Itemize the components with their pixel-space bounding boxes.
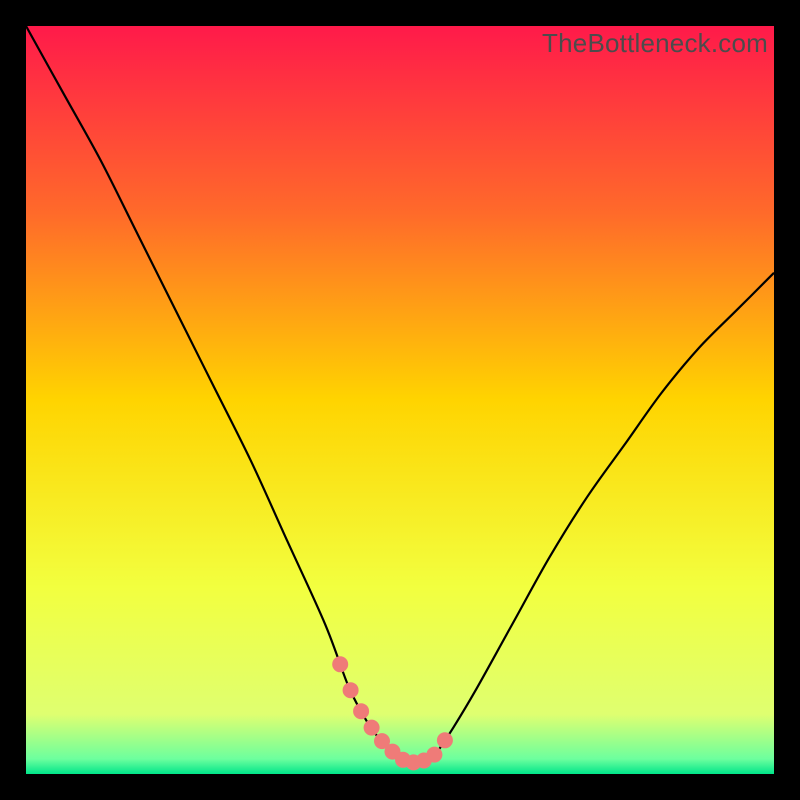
optimal-dot [353, 703, 369, 719]
optimal-dot [343, 682, 359, 698]
bottleneck-chart [26, 26, 774, 774]
gradient-background [26, 26, 774, 774]
optimal-dot [364, 720, 380, 736]
watermark-text: TheBottleneck.com [542, 26, 774, 59]
plot-area [26, 26, 774, 774]
optimal-dot [426, 747, 442, 763]
optimal-dot [437, 732, 453, 748]
frame-border: TheBottleneck.com [0, 0, 800, 800]
optimal-dot [332, 656, 348, 672]
